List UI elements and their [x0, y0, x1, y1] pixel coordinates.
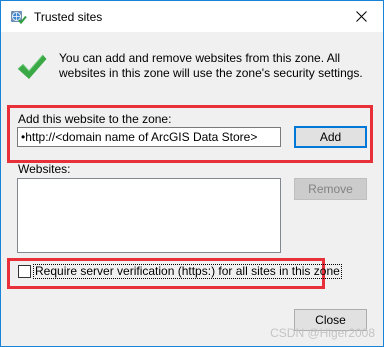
require-https-checkbox[interactable] [18, 265, 31, 278]
websites-label: Websites: [18, 162, 71, 176]
add-button[interactable]: Add [294, 126, 367, 148]
website-url-input[interactable]: •http://<domain name of ArcGIS Data Stor… [17, 127, 281, 147]
trusted-sites-dialog: Trusted sites You can add and remove web… [0, 0, 384, 347]
green-checkmark-icon [16, 52, 48, 84]
window-title: Trusted sites [34, 10, 103, 24]
websites-list[interactable] [17, 178, 281, 253]
watermark: CSDN @Higer2008 [270, 326, 375, 340]
add-website-label: Add this website to the zone: [18, 112, 172, 126]
dialog-content: You can add and remove websites from thi… [1, 32, 383, 346]
close-icon[interactable] [339, 1, 383, 32]
globe-check-icon [10, 8, 27, 25]
remove-button[interactable]: Remove [294, 178, 367, 200]
require-https-label[interactable]: Require server verification (https:) for… [33, 264, 342, 279]
title-bar: Trusted sites [1, 1, 383, 32]
info-message: You can add and remove websites from thi… [59, 51, 363, 80]
